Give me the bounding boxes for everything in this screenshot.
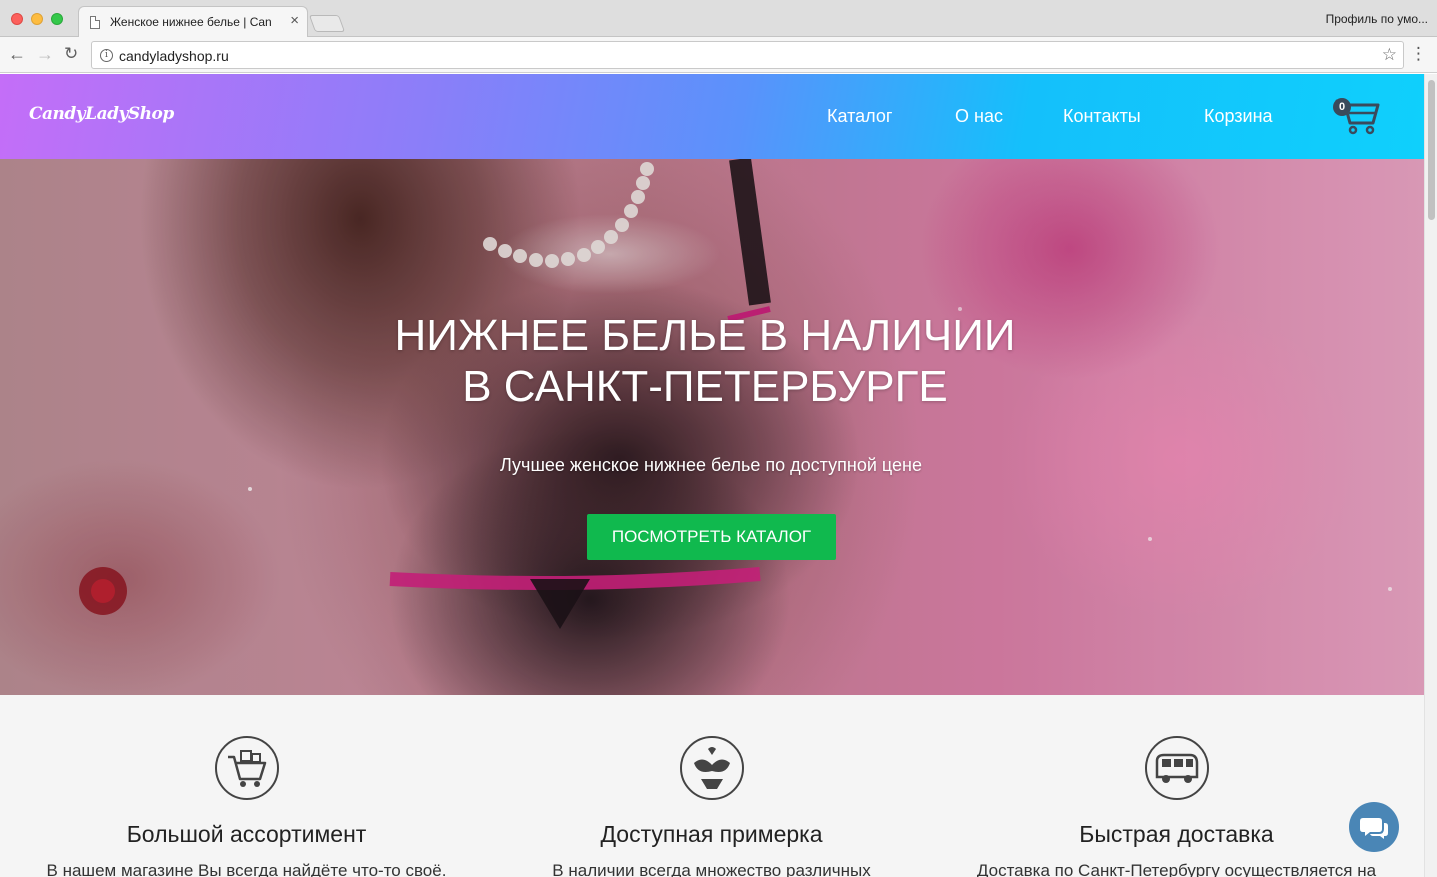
feature-title: Доступная примерка bbox=[600, 821, 823, 847]
back-arrow-icon[interactable]: ← bbox=[8, 44, 26, 64]
feature-card-delivery: Быстрая доставка Доставка по Санкт-Петер… bbox=[939, 695, 1414, 877]
chat-bubbles-icon bbox=[1360, 818, 1388, 839]
nav-link-catalog[interactable]: Каталог bbox=[827, 106, 892, 127]
browser-toolbar: ← → ↻ i candyladyshop.ru ☆ ⋮ bbox=[0, 37, 1437, 73]
hero-overlay bbox=[0, 159, 1424, 695]
browser-tab[interactable]: Женское нижнее белье | Can × bbox=[78, 6, 308, 37]
nav-link-about[interactable]: О нас bbox=[955, 106, 1003, 127]
view-catalog-button[interactable]: ПОСМОТРЕТЬ КАТАЛОГ bbox=[587, 514, 836, 560]
bookmark-star-icon[interactable]: ☆ bbox=[1382, 45, 1397, 65]
zoom-window-button[interactable] bbox=[51, 13, 63, 25]
feature-text: В наличии всегда множество различных bbox=[552, 861, 871, 877]
scrollbar-thumb[interactable] bbox=[1428, 80, 1435, 220]
new-tab-button[interactable] bbox=[308, 15, 346, 32]
lingerie-set-icon bbox=[680, 736, 744, 800]
site-header: CandyLadyShop Каталог О нас Контакты Кор… bbox=[0, 74, 1424, 159]
cart-button[interactable]: 0 bbox=[1331, 95, 1381, 137]
browser-tabstrip: Женское нижнее белье | Can × Профиль по … bbox=[0, 0, 1437, 37]
feature-title: Быстрая доставка bbox=[1079, 821, 1274, 847]
hero-title: НИЖНЕЕ БЕЛЬЕ В НАЛИЧИИ В САНКТ-ПЕТЕРБУРГ… bbox=[0, 310, 1410, 412]
features-section: Большой ассортимент В нашем магазине Вы … bbox=[0, 695, 1424, 877]
feature-text: Доставка по Санкт-Петербургу осуществляе… bbox=[976, 861, 1377, 877]
info-icon[interactable]: i bbox=[100, 49, 113, 62]
chat-widget-button[interactable] bbox=[1349, 802, 1399, 852]
close-window-button[interactable] bbox=[11, 13, 23, 25]
page-scrollbar[interactable] bbox=[1424, 74, 1437, 877]
minimize-window-button[interactable] bbox=[31, 13, 43, 25]
close-icon[interactable]: × bbox=[290, 12, 299, 29]
shopping-cart-gifts-icon bbox=[215, 736, 279, 800]
document-icon bbox=[90, 16, 100, 29]
page-viewport: CandyLadyShop Каталог О нас Контакты Кор… bbox=[0, 74, 1437, 877]
feature-title: Большой ассортимент bbox=[126, 821, 367, 847]
forward-arrow-icon[interactable]: → bbox=[36, 44, 54, 64]
tab-title: Женское нижнее белье | Can bbox=[110, 15, 272, 29]
profile-button[interactable]: Профиль по умо... bbox=[1326, 12, 1428, 26]
nav-link-cart[interactable]: Корзина bbox=[1204, 106, 1273, 127]
nav-link-contacts[interactable]: Контакты bbox=[1063, 106, 1141, 127]
url-text[interactable]: candyladyshop.ru bbox=[119, 48, 229, 64]
feature-card-fitting: Доступная примерка В наличии всегда множ… bbox=[474, 695, 949, 877]
hero-title-line-2: В САНКТ-ПЕТЕРБУРГЕ bbox=[462, 362, 948, 411]
delivery-van-icon bbox=[1145, 736, 1209, 800]
hero-subtitle: Лучшее женское нижнее белье по доступной… bbox=[500, 455, 922, 475]
hero-banner: НИЖНЕЕ БЕЛЬЕ В НАЛИЧИИ В САНКТ-ПЕТЕРБУРГ… bbox=[0, 159, 1424, 695]
menu-icon[interactable]: ⋮ bbox=[1410, 45, 1427, 63]
feature-card-assortment: Большой ассортимент В нашем магазине Вы … bbox=[9, 695, 484, 877]
address-bar[interactable]: i candyladyshop.ru ☆ bbox=[91, 41, 1404, 69]
reload-icon[interactable]: ↻ bbox=[64, 44, 78, 64]
site-logo[interactable]: CandyLadyShop bbox=[29, 104, 174, 124]
feature-text: В нашем магазине Вы всегда найдёте что-т… bbox=[46, 861, 447, 877]
hero-title-line-1: НИЖНЕЕ БЕЛЬЕ В НАЛИЧИИ bbox=[394, 311, 1016, 360]
cart-count-badge: 0 bbox=[1333, 98, 1351, 116]
